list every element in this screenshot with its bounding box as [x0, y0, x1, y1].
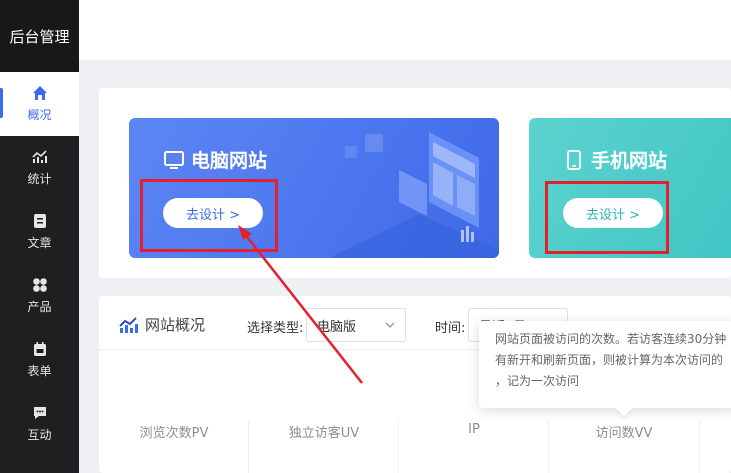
type-label: 选择类型:: [247, 321, 304, 336]
sidebar-item-overview[interactable]: 概况: [0, 72, 79, 136]
sidebar-item-label: 产品: [27, 300, 52, 314]
metric-pv: 浏览次数PV: [139, 426, 209, 441]
metric-ip: IP: [468, 422, 480, 437]
overview-title: 网站概况: [119, 314, 205, 335]
sidebar-item-label: 文章: [27, 236, 52, 250]
divider: [699, 420, 700, 473]
sidebar-item-products[interactable]: 产品: [0, 264, 79, 328]
sidebar-item-label: 统计: [27, 172, 52, 186]
tooltip-line: ，记为一次访问: [495, 374, 580, 388]
time-label: 时间:: [435, 321, 466, 336]
trend-chart-icon: [31, 150, 47, 163]
metric-vv: 访问数VV: [595, 426, 653, 441]
tooltip-line: 有新开和刷新页面，则被计算为本次访问的: [495, 353, 724, 367]
sidebar: 后台管理 概况 统计 文章 产品 表单 互动: [0, 0, 79, 473]
app-title: 后台管理: [0, 0, 79, 72]
overview-title-text: 网站概况: [145, 316, 206, 334]
monitor-icon: [164, 150, 184, 169]
highlight-box-mobile: [545, 181, 669, 254]
sidebar-item-label: 互动: [27, 428, 52, 442]
highlight-box-pc: [140, 179, 278, 252]
mobile-phone-icon: [567, 149, 581, 170]
home-icon: [32, 86, 47, 100]
decorative-illustration: [329, 132, 499, 258]
metric-uv: 独立访客UV: [288, 426, 360, 441]
mobile-website-title-text: 手机网站: [591, 150, 668, 172]
sidebar-item-label: 表单: [27, 364, 52, 378]
article-icon: [33, 214, 46, 228]
sidebar-item-label: 概况: [27, 108, 52, 122]
sidebar-item-stats[interactable]: 统计: [0, 136, 79, 200]
type-select-value: 电脑版: [317, 319, 357, 335]
grid-icon: [32, 278, 47, 292]
sidebar-item-interaction[interactable]: 互动: [0, 392, 79, 456]
pc-website-title-text: 电脑网站: [191, 150, 268, 172]
trend-chart-icon: [119, 316, 138, 333]
sidebar-item-articles[interactable]: 文章: [0, 200, 79, 264]
top-header: [79, 0, 731, 60]
tooltip-line: 网站页面被访问的次数。若访客连续30分钟: [495, 332, 727, 346]
pc-website-title: 电脑网站: [163, 146, 267, 173]
type-select[interactable]: 电脑版: [306, 308, 406, 342]
sidebar-item-forms[interactable]: 表单: [0, 328, 79, 392]
mobile-website-title: 手机网站: [563, 146, 667, 173]
chat-bubble-icon: [33, 407, 46, 419]
chevron-down-icon: [385, 322, 395, 328]
metric-tooltip: 网站页面被访问的次数。若访客连续30分钟 有新开和刷新页面，则被计算为本次访问的…: [479, 321, 731, 408]
calendar-form-icon: [33, 342, 46, 356]
